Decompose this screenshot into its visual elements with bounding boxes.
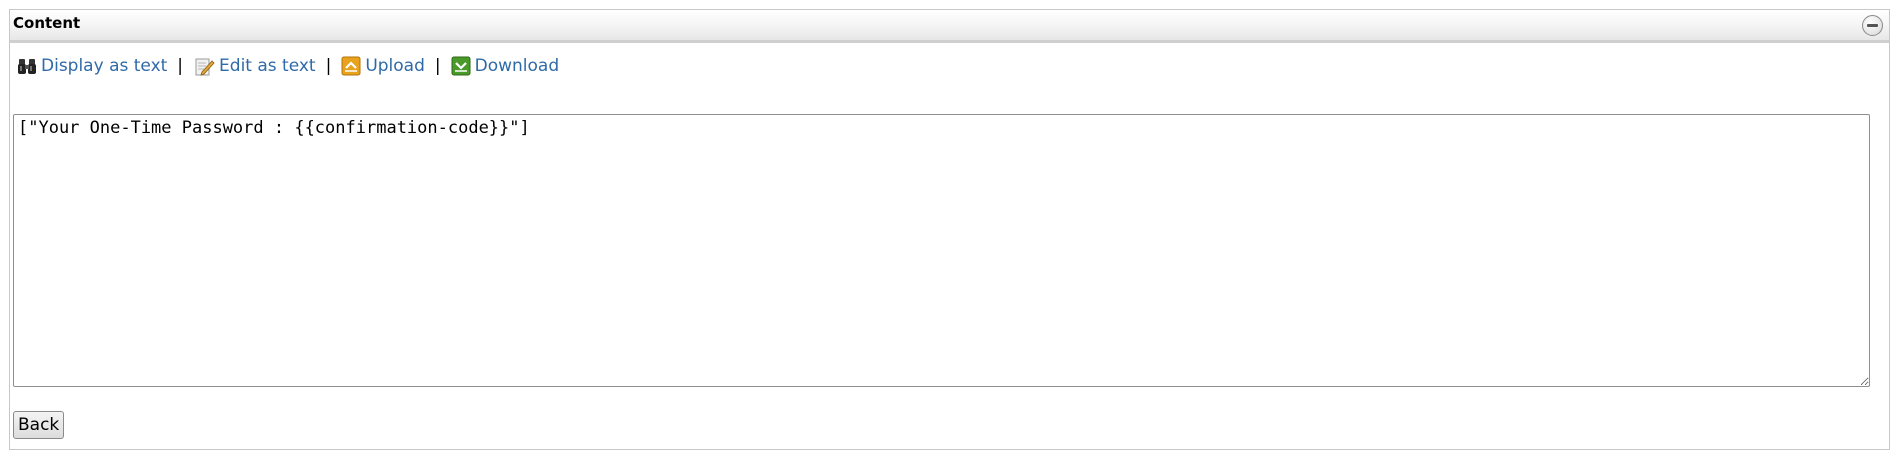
download-label: Download [474, 56, 560, 76]
edit-document-icon [193, 55, 219, 77]
content-editor[interactable]: ["Your One-Time Password : {{confirmatio… [13, 114, 1870, 387]
download-icon [451, 56, 475, 76]
display-as-text-link[interactable]: Display as text [17, 56, 167, 76]
toolbar: Display as text | Edit as text | Upload … [17, 54, 559, 78]
upload-link[interactable]: Upload [341, 56, 425, 76]
separator: | [177, 56, 184, 76]
binoculars-icon [17, 56, 41, 76]
download-link[interactable]: Download [451, 56, 560, 76]
panel-title: Content [13, 14, 81, 32]
edit-as-text-link[interactable]: Edit as text [193, 55, 316, 77]
back-button[interactable]: Back [13, 411, 65, 439]
separator: | [434, 56, 441, 76]
display-as-text-label: Display as text [41, 56, 168, 76]
content-panel: Content Display as text | Edit as text |… [9, 9, 1890, 450]
panel-header: Content [10, 10, 1889, 43]
upload-icon [341, 56, 365, 76]
separator: | [325, 56, 332, 76]
upload-label: Upload [365, 56, 425, 76]
collapse-minus-icon[interactable] [1862, 15, 1883, 36]
edit-as-text-label: Edit as text [219, 56, 316, 76]
